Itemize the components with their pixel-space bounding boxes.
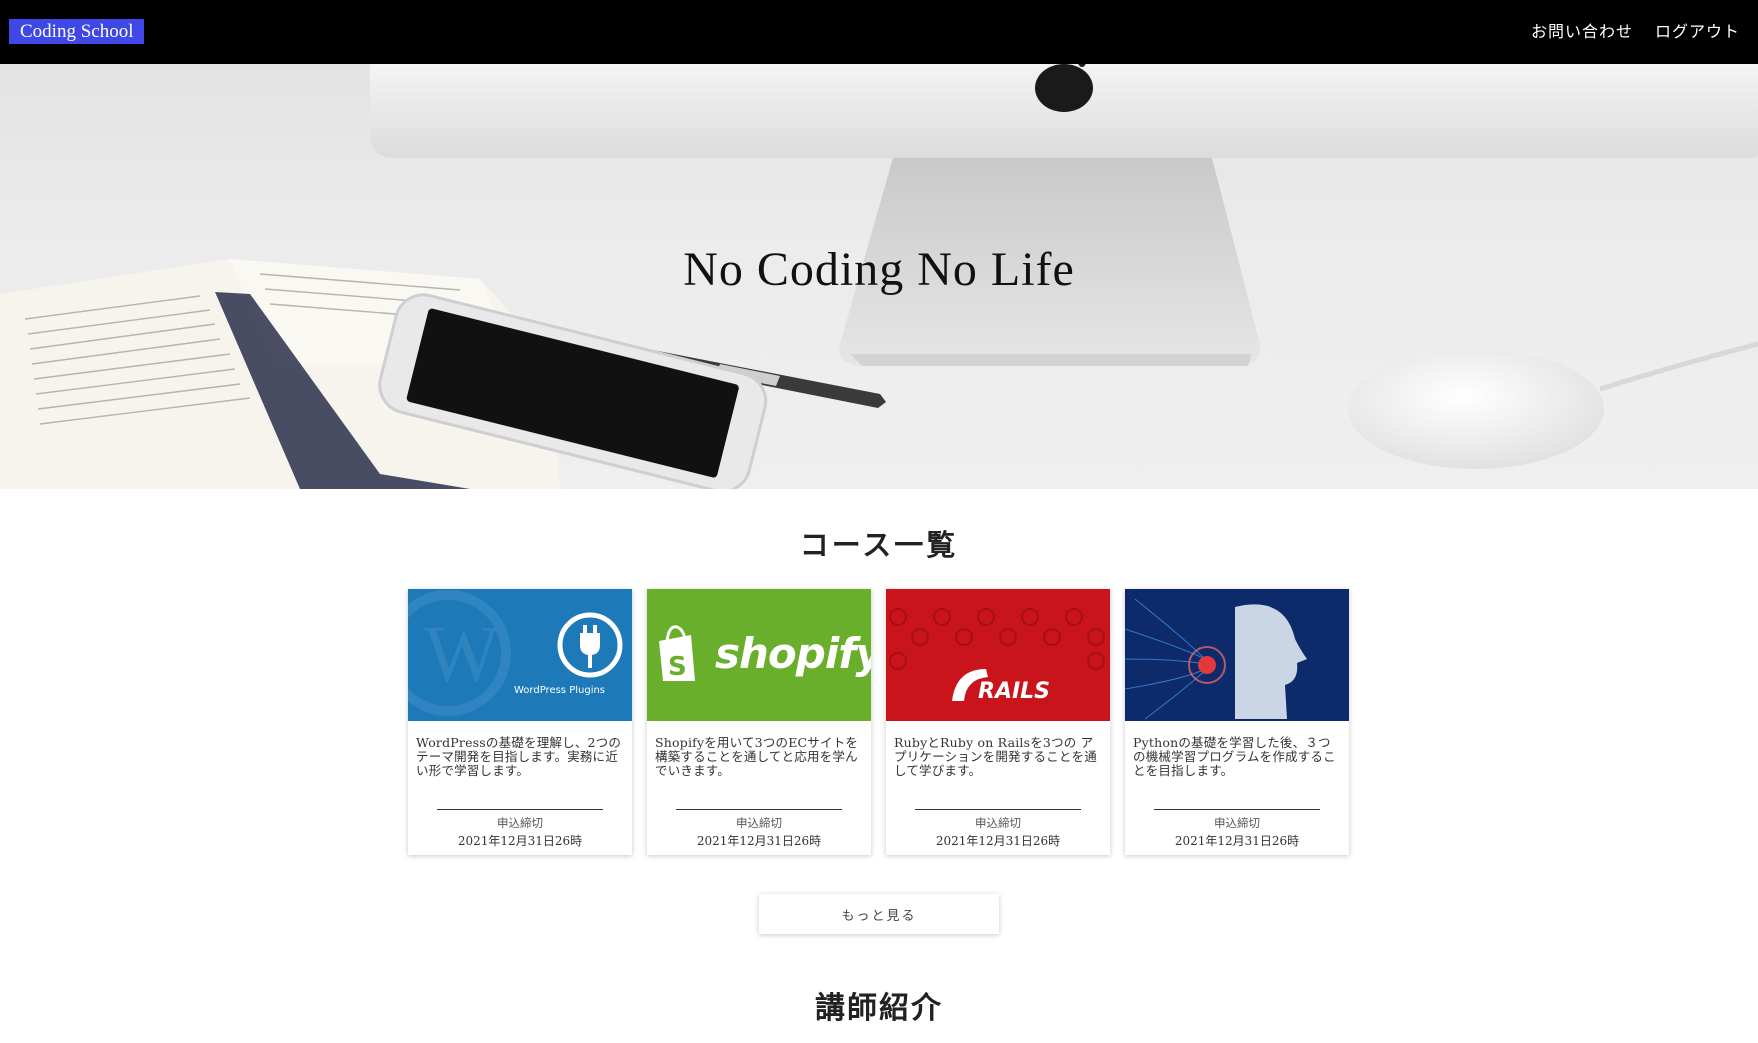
deadline-date: 2021年12月31日26時 — [935, 834, 1061, 848]
course-card-wordpress[interactable]: W WordPress Plugins WordPressの基礎を理解し、2つの… — [408, 589, 632, 855]
deadline-label: 申込締切 — [975, 816, 1021, 830]
card-divider — [437, 809, 603, 810]
course-card-rails[interactable]: RAILS RubyとRuby on Railsを3つの アプリケーションを開発… — [886, 589, 1110, 855]
header-nav: お問い合わせ ログアウト — [1531, 18, 1740, 42]
deadline-date: 2021年12月31日26時 — [1174, 834, 1300, 848]
course-description: Shopifyを用いて3つのECサイトを構築することを通してと応用を学んでいきま… — [655, 735, 859, 778]
deadline-date: 2021年12月31日26時 — [696, 834, 822, 848]
see-more-button[interactable]: もっと見る — [759, 894, 999, 934]
courses-section-title: コース一覧 — [799, 528, 959, 562]
course-description: RubyとRuby on Railsを3つの アプリケーションを開発することを通… — [894, 735, 1097, 778]
course-card-list: W WordPress Plugins WordPressの基礎を理解し、2つの… — [408, 589, 1349, 855]
course-card-python[interactable]: Pythonの基礎を学習した後、３つの機械学習プログラムを作成することを目指しま… — [1125, 589, 1349, 855]
deadline-label: 申込締切 — [497, 816, 543, 830]
hero-banner: No Coding No Life — [0, 64, 1758, 489]
shopify-wordmark: shopify — [715, 629, 871, 678]
site-logo[interactable]: Coding School — [9, 19, 145, 44]
rails-wordmark: RAILS — [978, 679, 1051, 704]
rails-logo-image: RAILS — [886, 589, 1110, 721]
course-card-shopify[interactable]: S shopify Shopifyを用いて3つのECサイトを構築することを通して… — [647, 589, 871, 855]
svg-text:S: S — [668, 652, 687, 682]
course-description: Pythonの基礎を学習した後、３つの機械学習プログラムを作成することを目指しま… — [1133, 735, 1336, 778]
card-divider — [1154, 809, 1320, 810]
course-description: WordPressの基礎を理解し、2つのテーマ開発を目指します。実務に近い形で学… — [416, 735, 622, 778]
svg-text:W: W — [424, 611, 500, 699]
hero-title: No Coding No Life — [683, 243, 1075, 296]
card-divider — [915, 809, 1081, 810]
top-navbar: Coding School お問い合わせ ログアウト — [0, 0, 1758, 64]
nav-contact-link[interactable]: お問い合わせ — [1531, 18, 1633, 42]
deadline-label: 申込締切 — [1214, 816, 1260, 830]
nav-logout-link[interactable]: ログアウト — [1655, 18, 1740, 42]
shopify-logo-image: S shopify — [647, 589, 871, 721]
wordpress-image-caption: WordPress Plugins — [514, 685, 606, 696]
wordpress-plugins-image: W WordPress Plugins — [408, 589, 632, 721]
apple-logo-icon — [1035, 64, 1093, 112]
ai-head-image — [1125, 589, 1349, 721]
deadline-label: 申込締切 — [736, 816, 782, 830]
teachers-section-title: 講師紹介 — [815, 991, 943, 1026]
card-divider — [676, 809, 842, 810]
deadline-date: 2021年12月31日26時 — [457, 834, 583, 848]
